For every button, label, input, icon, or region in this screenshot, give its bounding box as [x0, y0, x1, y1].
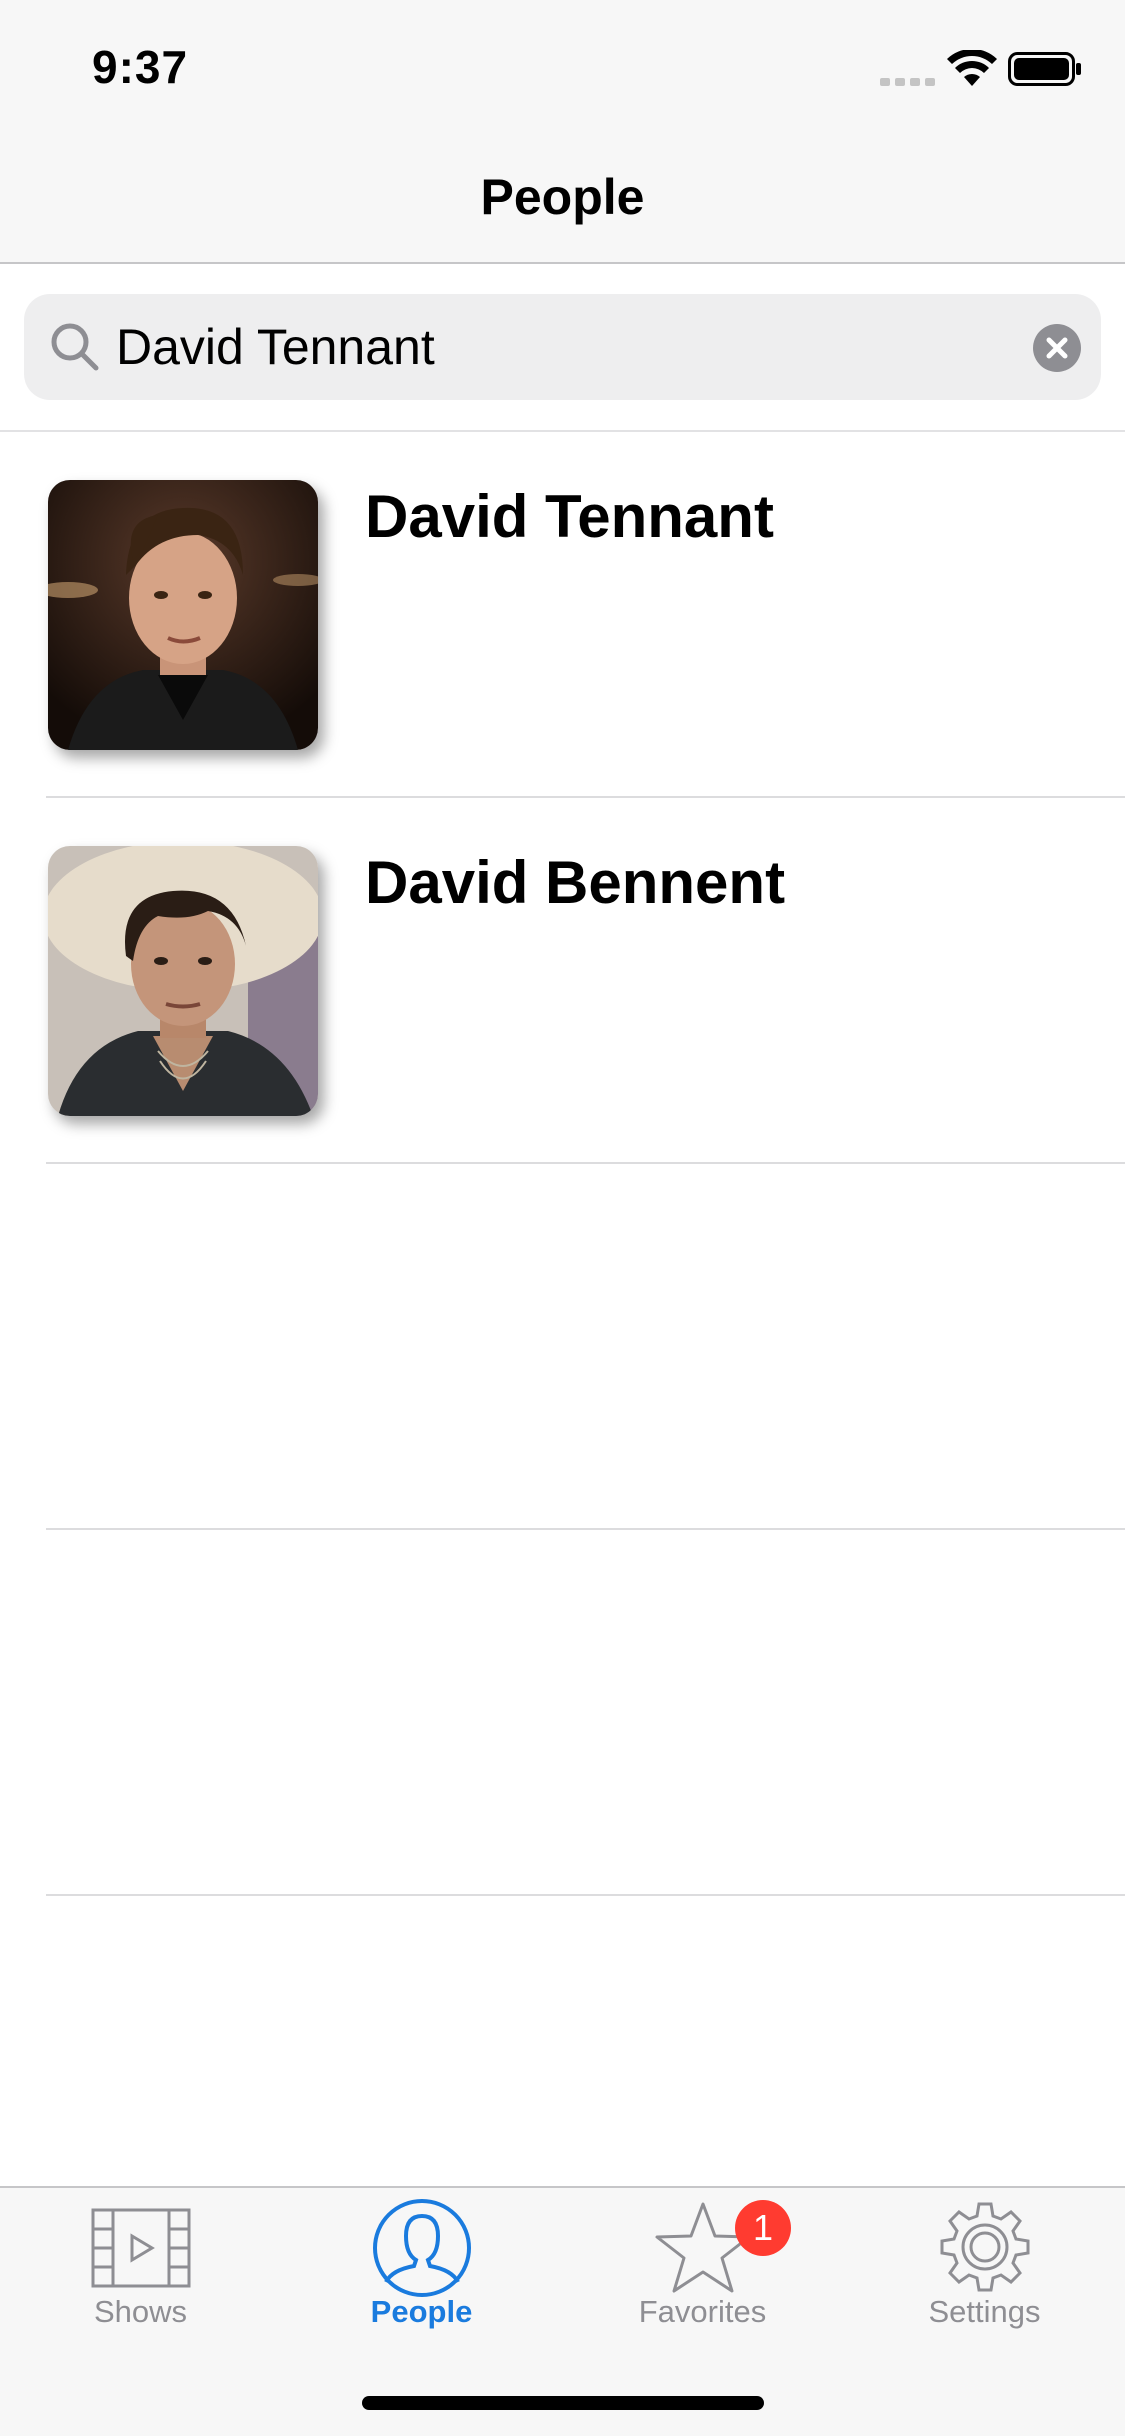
battery-icon — [1008, 52, 1081, 86]
status-time: 9:37 — [92, 41, 189, 93]
tab-people[interactable]: People — [281, 2188, 562, 2338]
avatar-david-tennant — [48, 480, 318, 750]
person-name: David Tennant — [365, 483, 774, 550]
search-icon — [51, 323, 99, 371]
status-bar: 9:37 — [0, 0, 1125, 132]
person-name: David Bennent — [365, 849, 786, 916]
person-icon — [372, 2199, 471, 2297]
navigation-bar: People — [0, 132, 1125, 264]
tab-label: Favorites — [638, 2294, 767, 2329]
tab-label: Settings — [928, 2294, 1041, 2329]
clear-icon — [1046, 337, 1068, 359]
film-icon — [91, 2208, 190, 2288]
person-row[interactable]: David Tennant — [0, 432, 1125, 798]
tab-favorites[interactable]: 1 Favorites — [562, 2188, 843, 2338]
page-title: People — [480, 169, 645, 225]
empty-row — [0, 1164, 1125, 1530]
search-field[interactable] — [24, 294, 1101, 400]
favorites-badge: 1 — [735, 2200, 791, 2256]
person-row[interactable]: David Bennent — [0, 798, 1125, 1164]
tab-label: Shows — [93, 2294, 188, 2329]
wifi-icon — [947, 50, 997, 86]
tab-settings[interactable]: Settings — [844, 2188, 1125, 2338]
tab-bar: Shows People 1 Favorites Settings — [0, 2186, 1125, 2436]
tab-shows[interactable]: Shows — [0, 2188, 281, 2338]
clear-search-button[interactable] — [1033, 324, 1081, 372]
home-indicator — [362, 2396, 764, 2410]
gear-icon — [940, 2202, 1029, 2292]
search-bar — [0, 264, 1125, 432]
search-input[interactable] — [116, 318, 996, 376]
cellular-signal-icon — [880, 78, 935, 86]
avatar-david-bennent — [48, 846, 318, 1116]
tab-label: People — [370, 2294, 473, 2329]
star-icon — [655, 2202, 750, 2293]
row-divider — [46, 1894, 1125, 1896]
empty-row — [0, 1530, 1125, 1896]
